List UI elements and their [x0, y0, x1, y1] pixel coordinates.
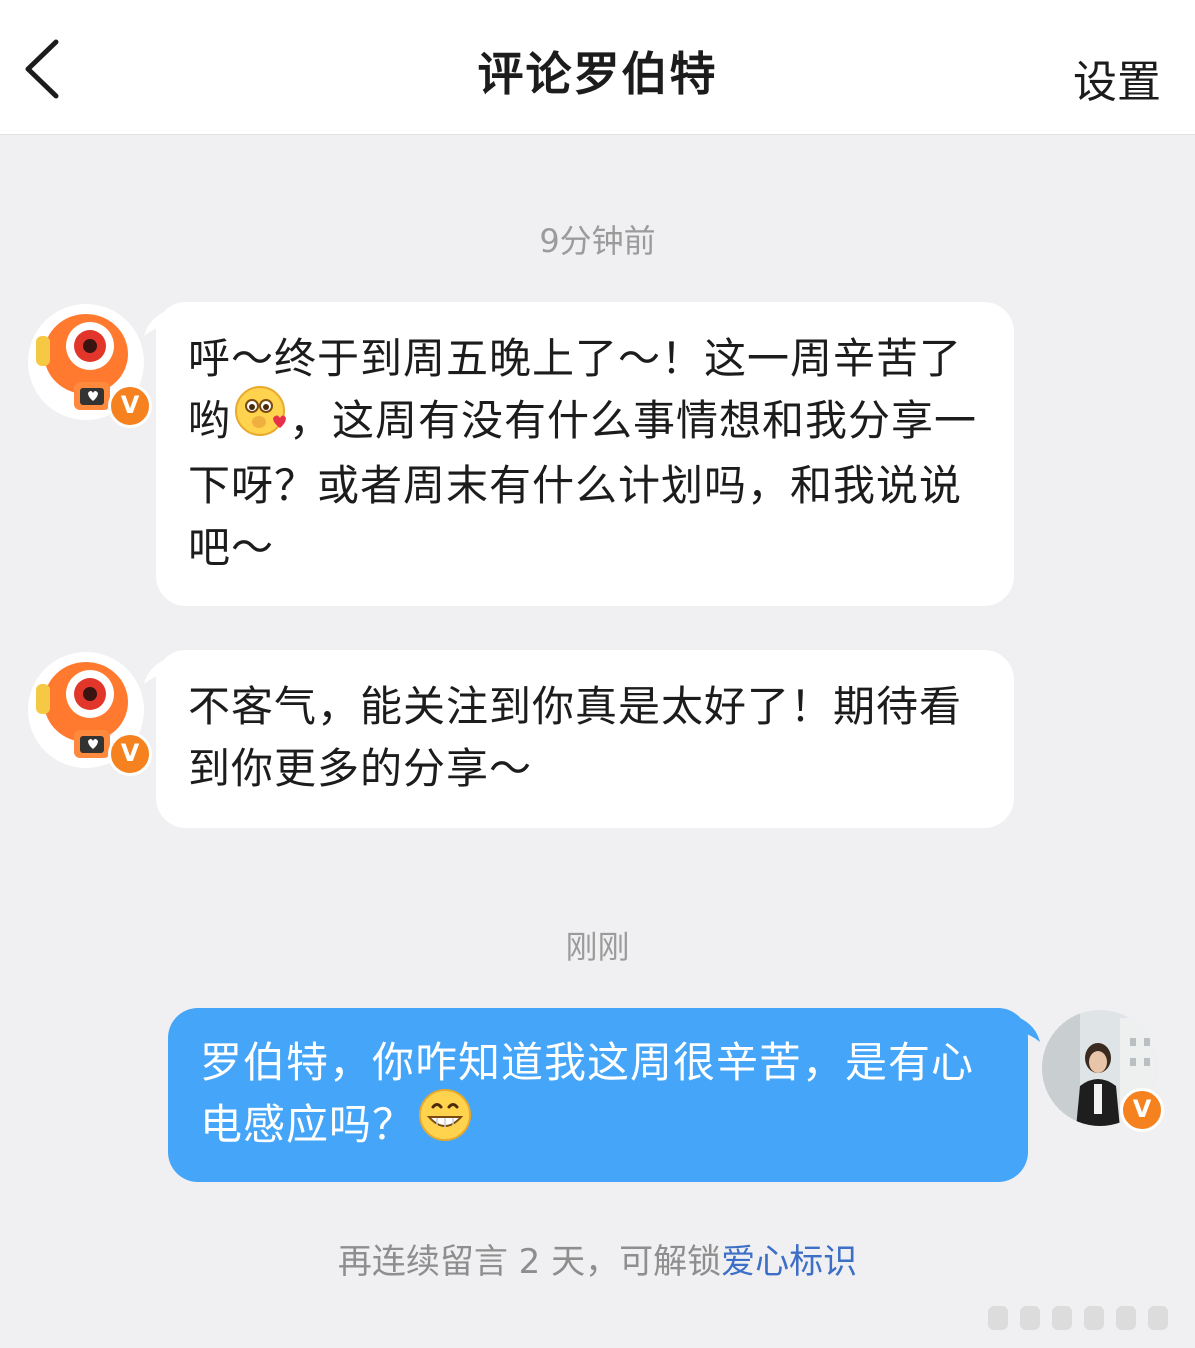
watermark-marks — [988, 1306, 1168, 1330]
message-text-continued: ，这周有没有什么事情想和我分享一下呀？或者周末有什么计划吗，和我说说吧～ — [188, 396, 978, 572]
bot-avatar[interactable]: V — [26, 302, 152, 428]
verified-badge: V — [108, 384, 152, 428]
grinning-face-emoji-icon — [417, 1087, 473, 1160]
heart-badge-link[interactable]: 爱心标识 — [721, 1242, 857, 1282]
shy-love-face-emoji-icon — [233, 384, 287, 455]
bot-avatar[interactable]: V — [26, 650, 152, 776]
top-bar: 评论罗伯特 设置 — [0, 0, 1195, 135]
user-message-bubble[interactable]: 罗伯特，你咋知道我这周很辛苦，是有心电感应吗？ — [168, 1008, 1028, 1182]
streak-hint-text: 再连续留言 2 天，可解锁 — [337, 1242, 722, 1282]
bot-message-bubble[interactable]: 呼～终于到周五晚上了～！这一周辛苦了哟 ，这周有没有什么事情想和我分享一下呀？或者… — [156, 302, 1014, 606]
timestamp-label: 9分钟前 — [539, 222, 656, 260]
page-title: 评论罗伯特 — [477, 47, 718, 101]
verified-badge: V — [108, 732, 152, 776]
timestamp-label: 刚刚 — [565, 928, 630, 966]
verified-badge: V — [1120, 1088, 1164, 1132]
user-avatar[interactable]: V — [1040, 1008, 1164, 1132]
message-text: 不客气，能关注到你真是太好了！期待看到你更多的分享～ — [188, 682, 963, 793]
streak-hint: 再连续留言 2 天，可解锁爱心标识 — [0, 1234, 1195, 1283]
settings-button[interactable]: 设置 — [1073, 46, 1161, 110]
bot-message-bubble[interactable]: 不客气，能关注到你真是太好了！期待看到你更多的分享～ — [156, 650, 1014, 828]
message-text: 罗伯特，你咋知道我这周很辛苦，是有心电感应吗？ — [200, 1038, 975, 1149]
